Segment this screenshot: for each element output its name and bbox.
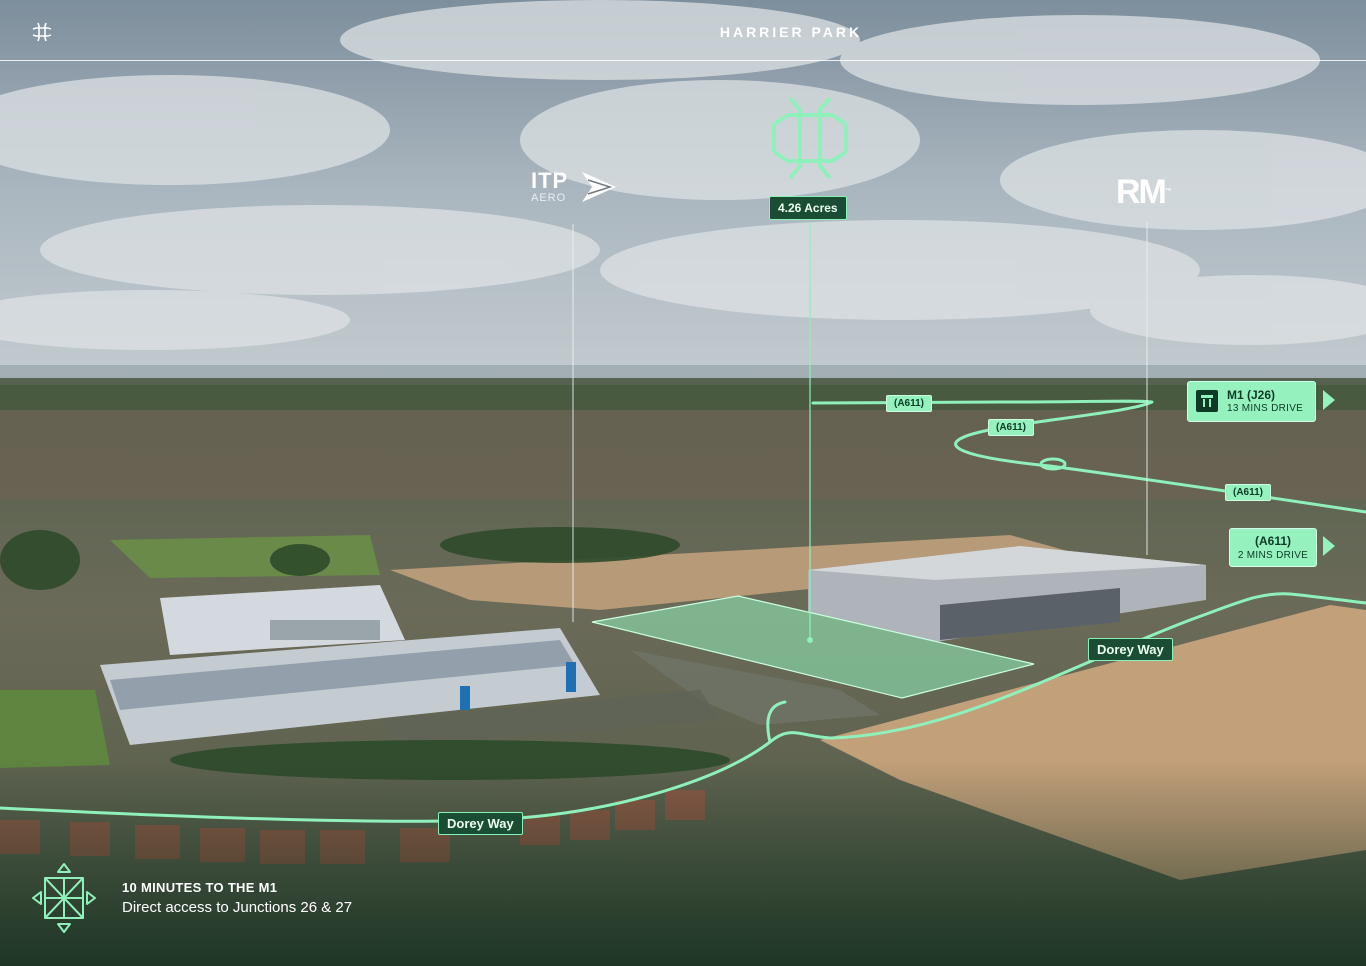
itp-arrow-icon: [582, 172, 616, 202]
motorway-icon: [1196, 390, 1218, 412]
destination-title: M1 (J26): [1227, 388, 1276, 402]
footer-callout: 10 MINUTES TO THE M1 Direct access to Ju…: [122, 880, 352, 916]
itp-logo-sub: AERO: [531, 192, 567, 204]
motorway-junction-icon: [32, 863, 96, 933]
aerial-photo: [0, 0, 1366, 966]
dorey-way-label: Dorey Way: [1088, 638, 1173, 661]
dorey-way-label: Dorey Way: [438, 812, 523, 835]
itp-logo-name: ITP: [531, 168, 569, 193]
itp-aero-logo: ITP AERO: [531, 168, 569, 205]
site-area-tag: 4.26 Acres: [769, 196, 847, 220]
destination-subtitle: 2 MINS DRIVE: [1237, 550, 1309, 561]
title-wrap: HARRIER PARK: [0, 0, 1366, 60]
a611-destination-box: (A611) 2 MINS DRIVE: [1229, 528, 1317, 567]
m1-arrow-icon: [1323, 390, 1335, 410]
destination-subtitle: 13 MINS DRIVE: [1227, 403, 1304, 414]
a611-arrow-icon: [1323, 536, 1335, 556]
rm-logo-mark: ™: [1164, 188, 1172, 195]
a611-label: (A611): [988, 419, 1035, 436]
m1-destination-box: M1 (J26) 13 MINS DRIVE: [1187, 381, 1316, 422]
destination-title: (A611): [1254, 534, 1292, 548]
rm-logo-name: RM: [1116, 173, 1167, 211]
rm-logo: RM™: [1116, 174, 1172, 210]
footer-subheading: Direct access to Junctions 26 & 27: [122, 899, 353, 916]
site-title: HARRIER PARK: [719, 24, 863, 40]
top-bar: HARRIER PARK: [0, 0, 1366, 61]
a611-label: (A611): [886, 395, 933, 412]
footer-heading: 10 MINUTES TO THE M1: [122, 880, 278, 895]
sports-field: [110, 535, 380, 578]
a611-label: (A611): [1225, 484, 1272, 501]
